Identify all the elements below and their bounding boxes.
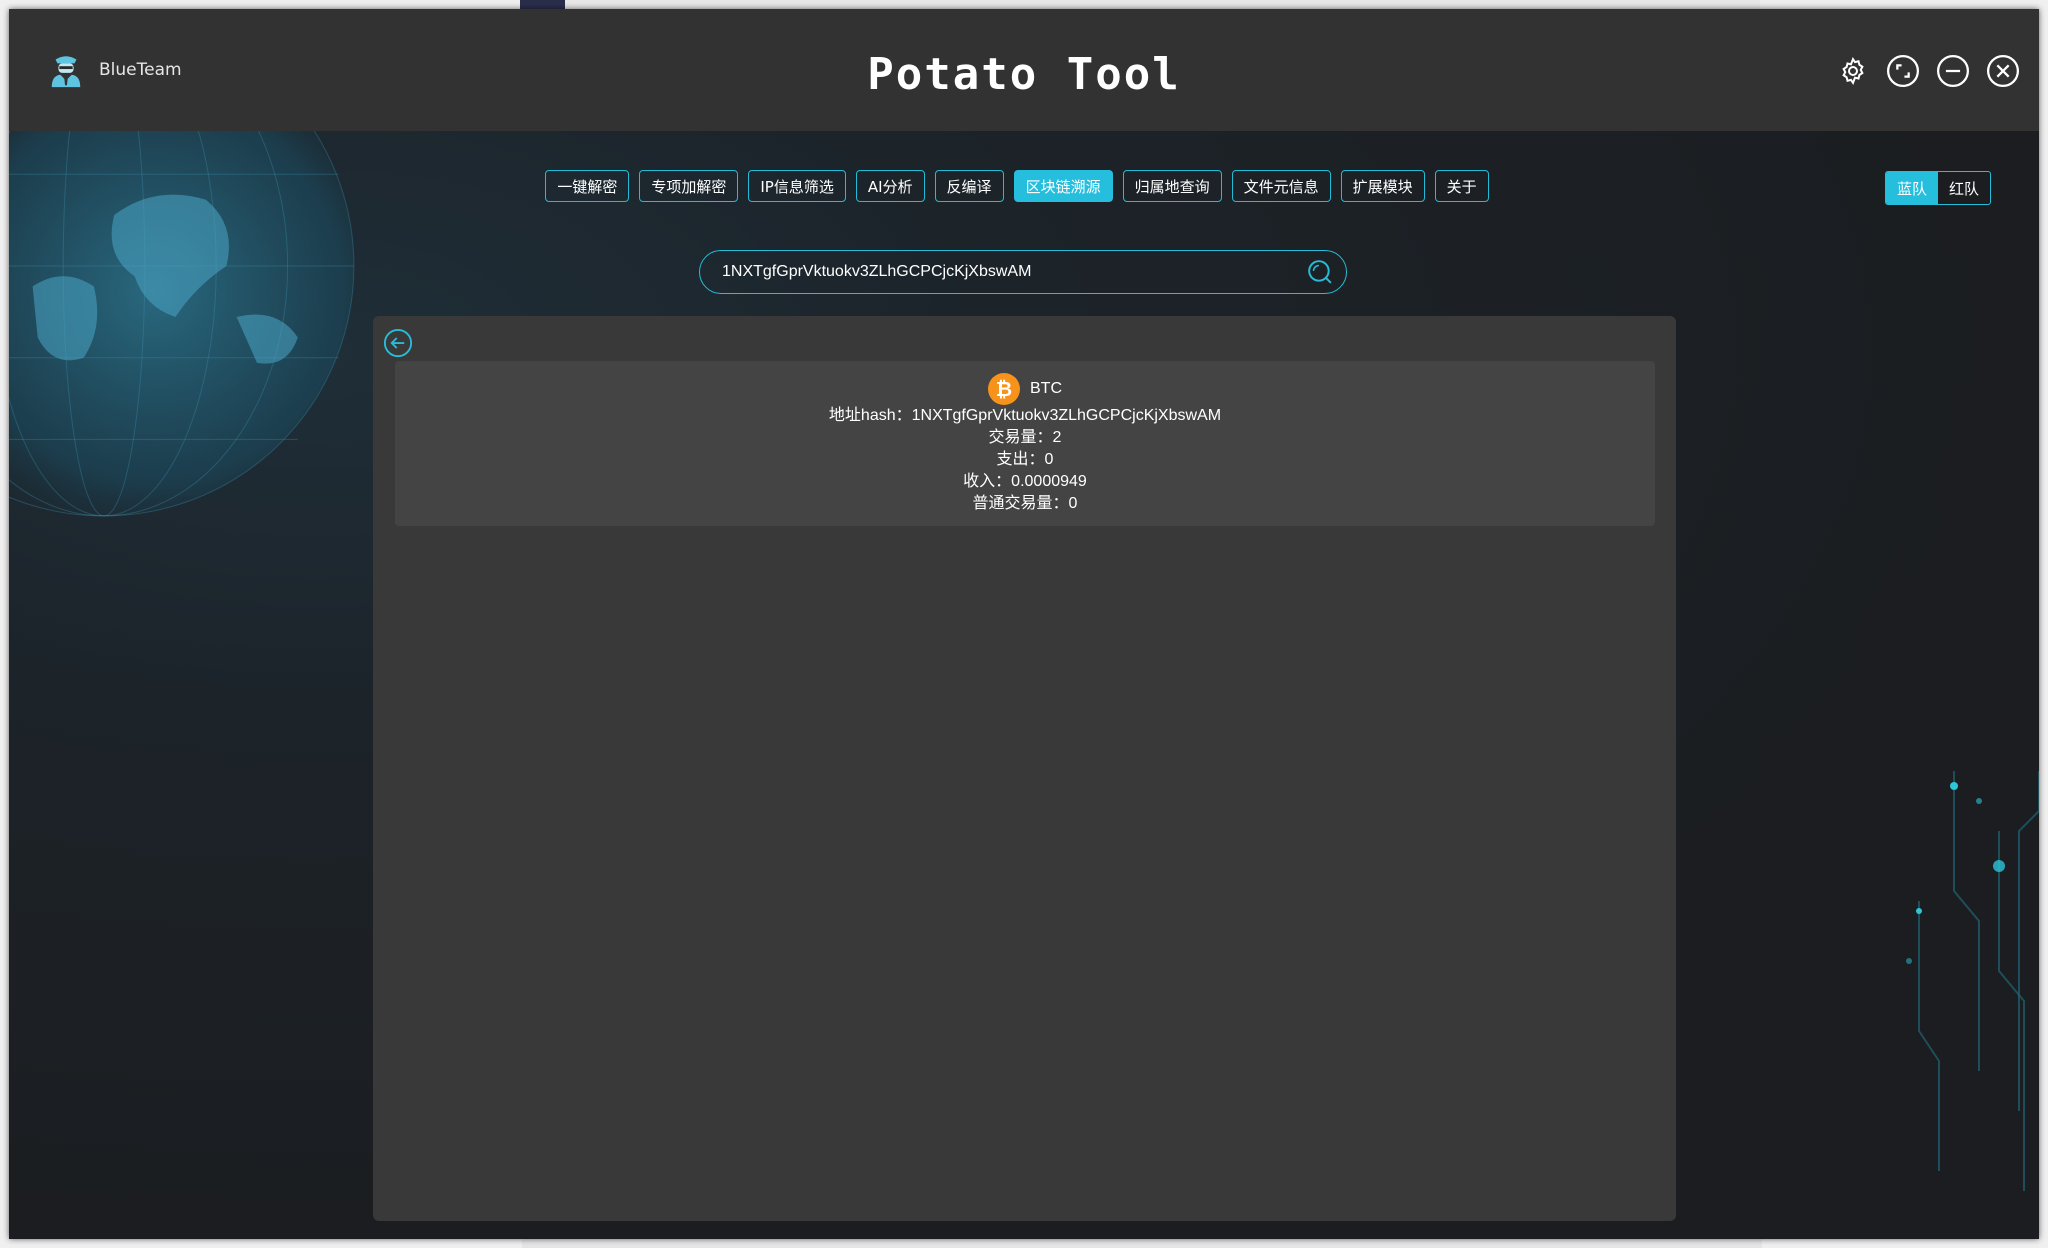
tab-file-metadata[interactable]: 文件元信息 — [1231, 170, 1331, 202]
total-spent: 支出：0 — [996, 451, 1054, 468]
address-hash: 地址hash：1NXTgfGprVktuokv3ZLhGCPCjcKjXbswA… — [828, 407, 1222, 424]
tab-one-click-decrypt[interactable]: 一键解密 — [545, 170, 630, 202]
back-button[interactable] — [383, 328, 413, 358]
svg-text:₿: ₿ — [996, 377, 1012, 401]
tab-decompile[interactable]: 反编译 — [934, 170, 1004, 202]
tab-extensions[interactable]: 扩展模块 — [1340, 170, 1425, 202]
main-content: 一键解密 专项加解密 IP信息筛选 AI分析 反编译 区块链溯源 归属地查询 文… — [9, 131, 2039, 1239]
normal-transaction-count: 普通交易量：0 — [972, 495, 1078, 512]
background-window-strip-bottom — [522, 1238, 1762, 1248]
minimize-button[interactable] — [1935, 53, 1971, 89]
arrow-left-icon — [383, 328, 413, 358]
search-button[interactable] — [1306, 258, 1334, 286]
gear-icon — [1842, 56, 1864, 86]
coin-header: ₿ BTC — [395, 373, 1655, 405]
circuit-decoration — [1906, 771, 2039, 1191]
close-button[interactable] — [1985, 53, 2021, 89]
address-search-box[interactable]: 1NXTgfGprVktuokv3ZLhGCPCjcKjXbswAM — [699, 250, 1347, 294]
blue-team-button[interactable]: 蓝队 — [1886, 172, 1938, 204]
window-controls — [1835, 53, 2021, 89]
search-icon — [1308, 260, 1332, 284]
settings-button[interactable] — [1835, 53, 1871, 89]
app-title: Potato Tool — [867, 49, 1181, 100]
tab-about[interactable]: 关于 — [1434, 170, 1489, 202]
coin-name: BTC — [1030, 380, 1062, 397]
tab-special-crypto[interactable]: 专项加解密 — [639, 170, 739, 202]
tab-ai-analysis[interactable]: AI分析 — [855, 170, 925, 202]
fullscreen-icon — [1886, 54, 1920, 88]
red-team-button[interactable]: 红队 — [1938, 172, 1990, 204]
total-received: 收入：0.0000949 — [963, 473, 1087, 490]
search-input[interactable]: 1NXTgfGprVktuokv3ZLhGCPCjcKjXbswAM — [722, 263, 1306, 281]
tab-ip-filter[interactable]: IP信息筛选 — [748, 170, 846, 202]
team-toggle: 蓝队 红队 — [1885, 171, 1991, 205]
module-tabs: 一键解密 专项加解密 IP信息筛选 AI分析 反编译 区块链溯源 归属地查询 文… — [9, 170, 2039, 202]
close-icon — [1986, 54, 2020, 88]
result-panel: ₿ BTC 地址hash：1NXTgfGprVktuokv3ZLhGCPCjcK… — [373, 316, 1676, 1221]
minimize-icon — [1936, 54, 1970, 88]
fullscreen-button[interactable] — [1885, 53, 1921, 89]
tab-location-query[interactable]: 归属地查询 — [1122, 170, 1222, 202]
tab-blockchain-trace[interactable]: 区块链溯源 — [1013, 170, 1113, 202]
bitcoin-icon: ₿ — [988, 373, 1020, 405]
transaction-count: 交易量：2 — [988, 429, 1062, 446]
app-window: BlueTeam Potato Tool 一键解密 专项加解密 IP信息筛选 A… — [9, 9, 2039, 1239]
address-result-card: ₿ BTC 地址hash：1NXTgfGprVktuokv3ZLhGCPCjcK… — [395, 361, 1655, 526]
title-bar: BlueTeam Potato Tool — [9, 9, 2039, 132]
